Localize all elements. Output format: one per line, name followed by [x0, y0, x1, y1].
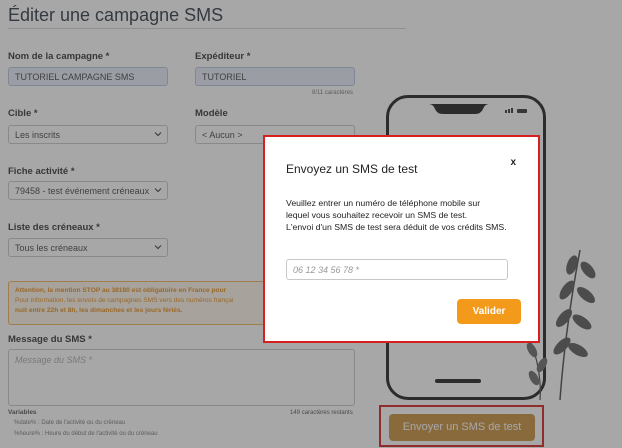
phone-number-input[interactable]: 06 12 34 56 78 * — [286, 259, 508, 280]
modal-description-line-2: lequel vous souhaitez recevoir un SMS de… — [286, 210, 468, 220]
modal-description-line-3: L'envoi d'un SMS de test sera déduit de … — [286, 222, 507, 232]
modal-description-line-1: Veuillez entrer un numéro de téléphone m… — [286, 198, 481, 208]
close-button[interactable]: x — [510, 157, 516, 168]
modal-description: Veuillez entrer un numéro de téléphone m… — [286, 197, 526, 233]
test-sms-modal: Envoyez un SMS de test x Veuillez entrer… — [263, 135, 540, 343]
modal-title: Envoyez un SMS de test — [286, 162, 418, 176]
validate-button[interactable]: Valider — [457, 299, 521, 324]
